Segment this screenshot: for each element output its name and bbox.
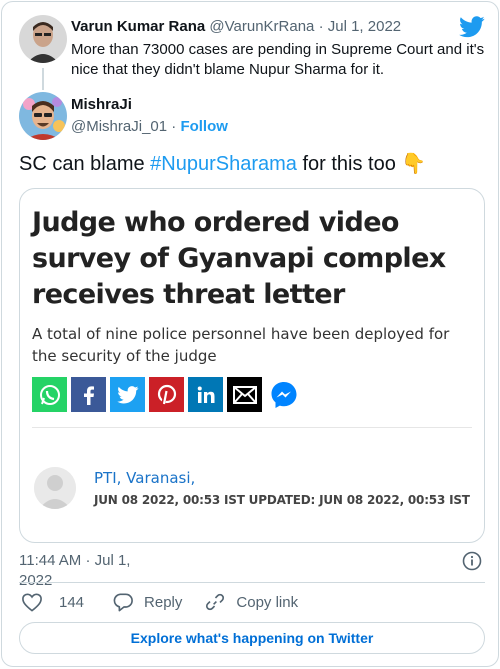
email-icon — [227, 377, 262, 412]
like-count: 144 — [59, 593, 85, 611]
article-divider — [32, 427, 472, 428]
reply-bubble-icon — [113, 593, 133, 612]
byline-date: JUN 08 2022, 00:53 IST UPDATED: JUN 08 2… — [94, 493, 470, 507]
attached-image[interactable]: Judge who ordered video survey of Gyanva… — [19, 188, 485, 543]
pointing-down-emoji: 👇 — [401, 153, 427, 175]
twitter-logo-icon[interactable] — [459, 16, 485, 43]
tweet-time: 11:44 AM — [19, 552, 82, 569]
main-header-separator: · — [171, 118, 177, 135]
heart-icon — [22, 593, 42, 612]
link-icon — [206, 593, 225, 611]
actions-divider — [19, 582, 485, 583]
reply-author-avatar[interactable] — [19, 15, 67, 63]
copy-link-label: Copy link — [236, 593, 299, 611]
main-header: MishraJi @MishraJi_01 · Follow — [71, 95, 228, 137]
reply-tweet-text: More than 73000 cases are pending in Sup… — [71, 41, 485, 78]
thread-connector-line — [42, 68, 44, 90]
main-author-name[interactable]: MishraJi — [71, 95, 228, 115]
facebook-icon — [71, 377, 106, 412]
twitter-share-icon — [110, 377, 145, 412]
reply-separator: · — [318, 18, 324, 35]
reply-date[interactable]: Jul 1, 2022 — [328, 18, 401, 35]
whatsapp-icon — [32, 377, 67, 412]
main-text-after: for this too — [296, 153, 402, 175]
reply-button[interactable]: Reply — [112, 592, 182, 612]
follow-button[interactable]: Follow — [180, 118, 228, 135]
reply-label: Reply — [144, 593, 183, 611]
copy-link-button[interactable]: Copy link — [204, 592, 298, 612]
main-author-handle[interactable]: @MishraJi_01 — [71, 118, 167, 135]
reply-author-name[interactable]: Varun Kumar Rana — [71, 18, 205, 35]
main-author-avatar[interactable] — [19, 92, 67, 140]
reply-author-handle[interactable]: @VarunKrRana — [209, 18, 314, 35]
byline-avatar — [34, 467, 76, 509]
tweet-timestamp[interactable]: 11:44 AM · Jul 1, 2022 — [19, 551, 149, 591]
tweet-embed-card: Varun Kumar Rana @VarunKrRana · Jul 1, 2… — [1, 1, 499, 667]
share-icons-row — [32, 377, 301, 412]
main-text-before: SC can blame — [19, 153, 151, 175]
meta-separator: · — [85, 552, 91, 569]
messenger-icon — [266, 377, 301, 412]
hashtag-link[interactable]: #NupurSharama — [150, 153, 297, 175]
linkedin-icon — [188, 377, 223, 412]
byline-source: PTI, Varanasi, — [94, 469, 196, 487]
pinterest-icon — [149, 377, 184, 412]
like-button[interactable]: 144 — [21, 592, 84, 612]
main-tweet-text: SC can blame #NupurSharama for this too … — [19, 152, 426, 176]
reply-header: Varun Kumar Rana @VarunKrRana · Jul 1, 2… — [71, 17, 401, 37]
explore-twitter-button[interactable]: Explore what's happening on Twitter — [19, 622, 485, 654]
tweet-actions: 144 Reply Copy link — [21, 590, 320, 614]
article-headline: Judge who ordered video survey of Gyanva… — [32, 207, 446, 310]
article-summary: A total of nine police personnel have be… — [32, 325, 450, 365]
info-icon[interactable] — [462, 551, 482, 576]
